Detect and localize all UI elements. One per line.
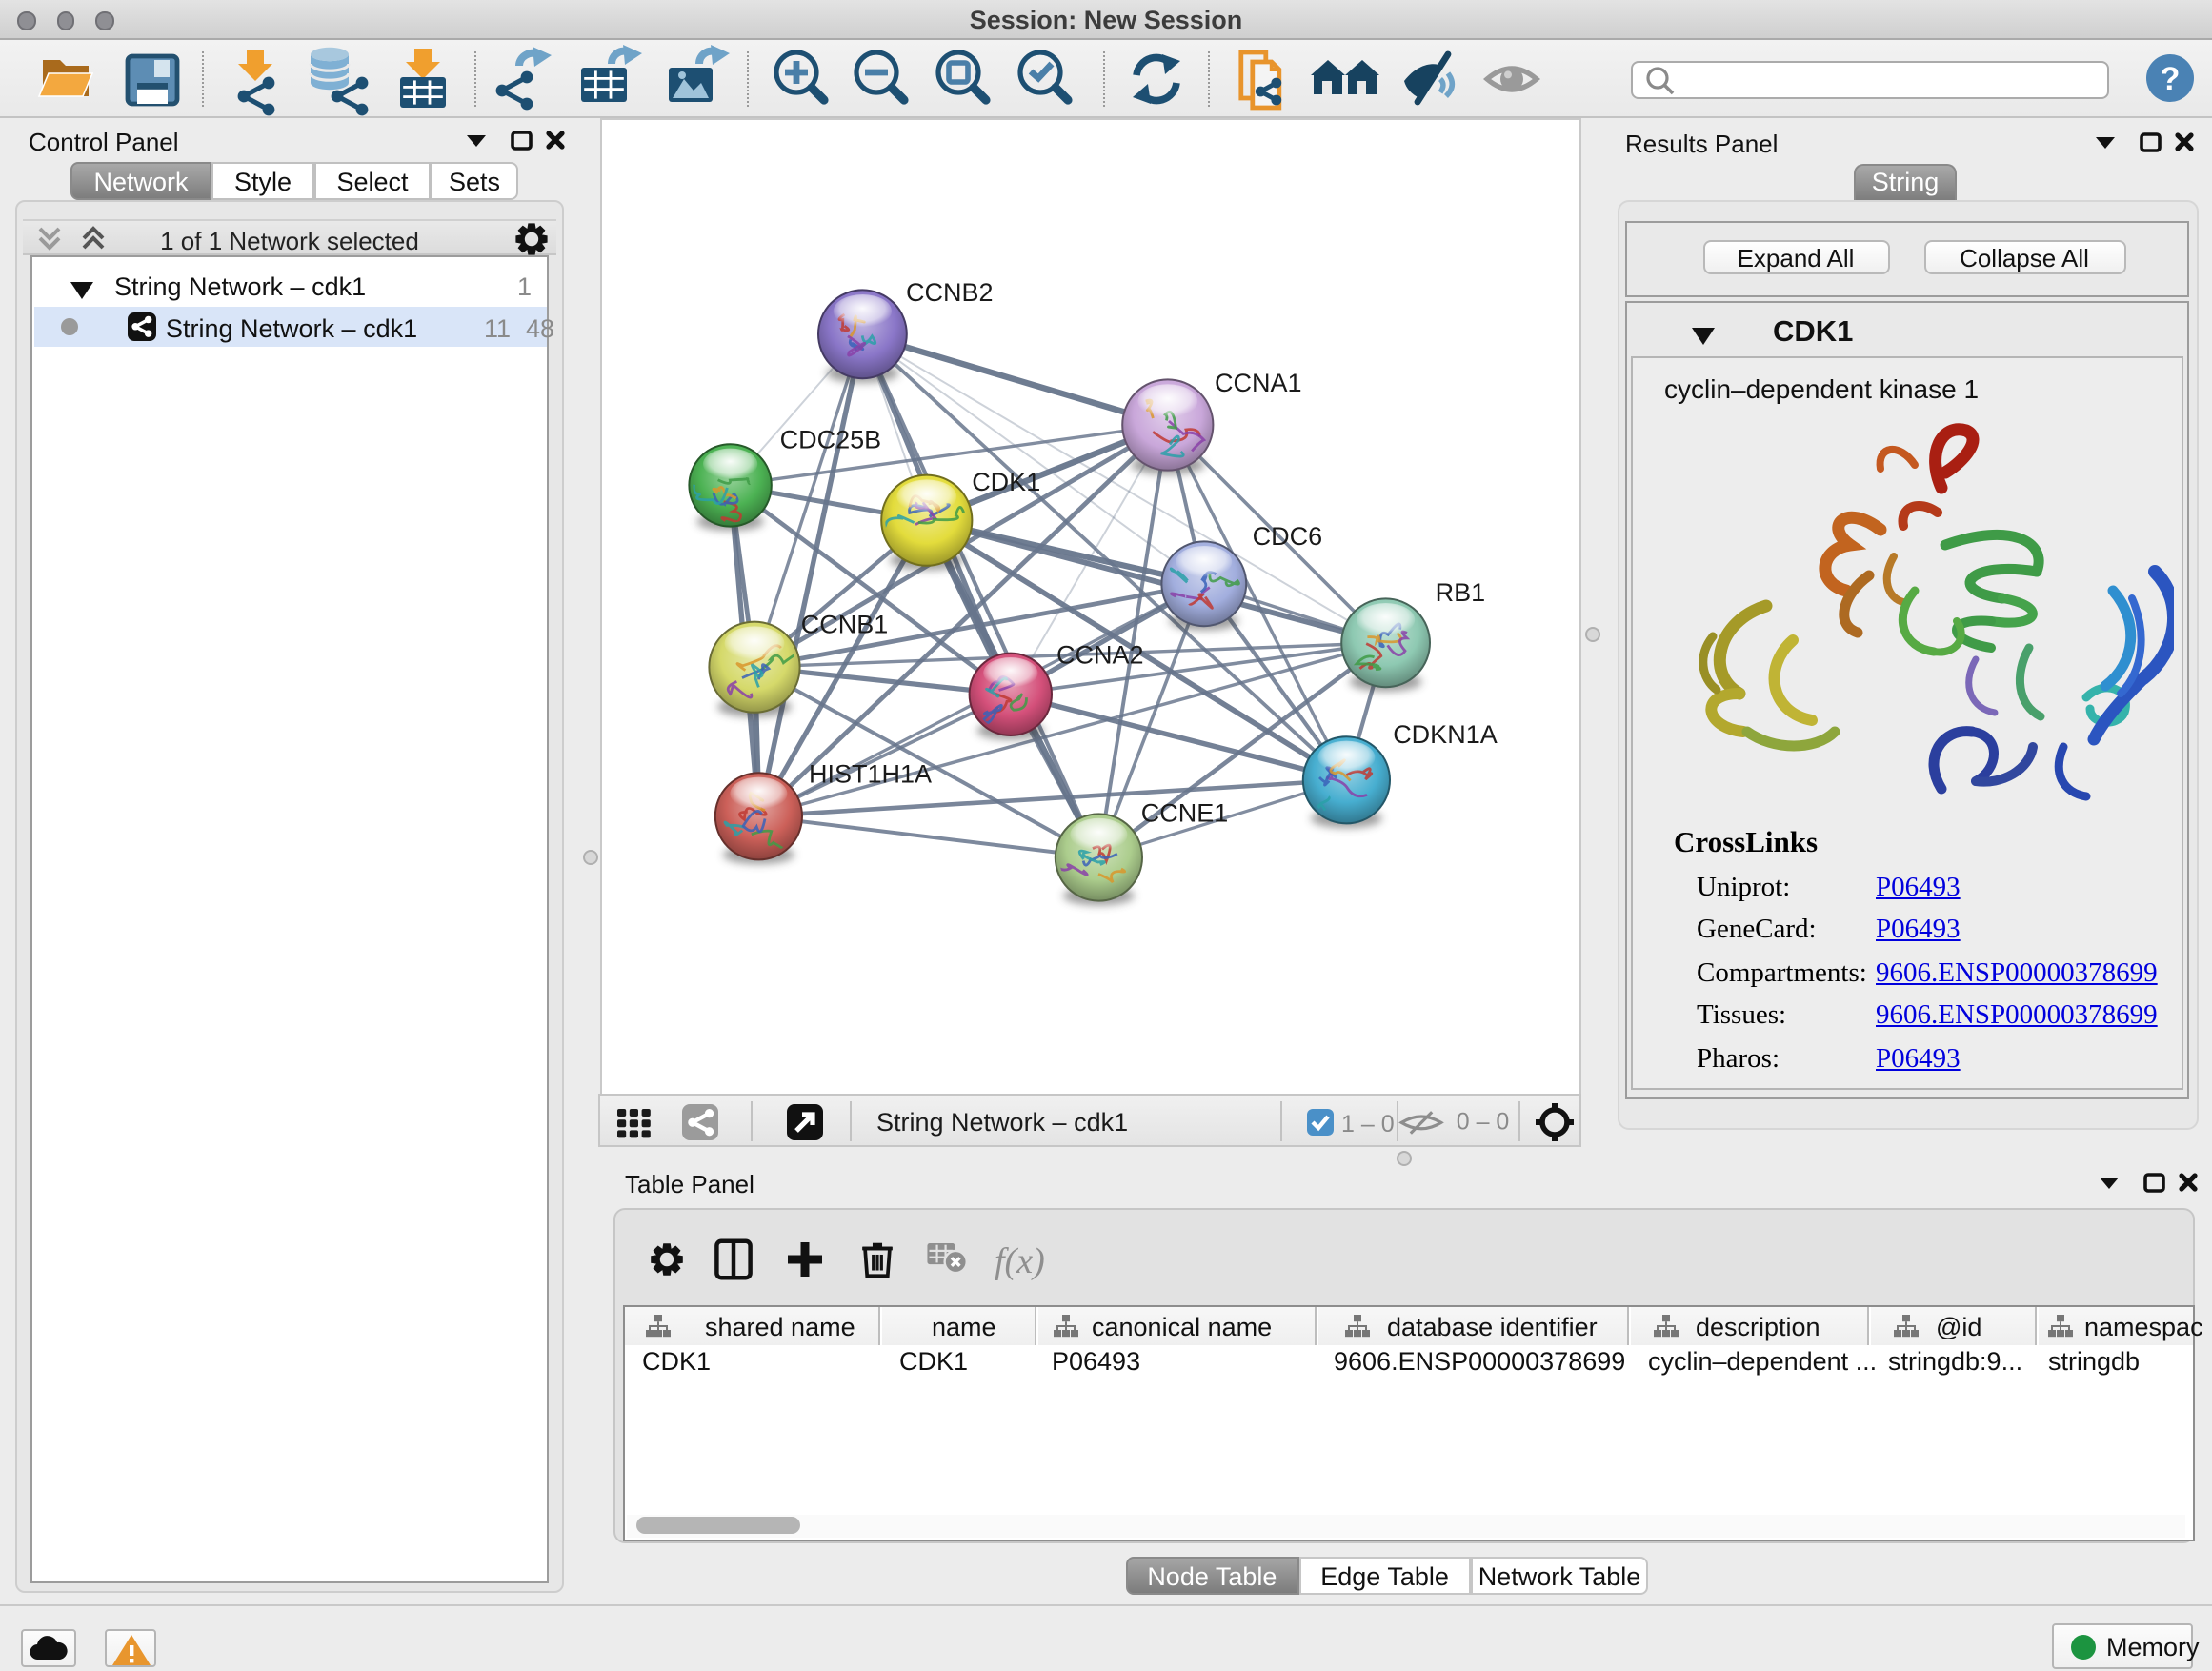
svg-text:CCNA2: CCNA2 <box>1056 640 1143 669</box>
svg-text:String Network – cdk1: String Network – cdk1 <box>876 1108 1128 1137</box>
svg-text:?: ? <box>2161 61 2181 97</box>
svg-text:RB1: RB1 <box>1435 578 1485 607</box>
svg-text:CCNB1: CCNB1 <box>800 611 888 639</box>
svg-text:CCNE1: CCNE1 <box>1140 799 1228 828</box>
svg-text:CDC6: CDC6 <box>1252 522 1322 551</box>
svg-text:CCNB2: CCNB2 <box>905 278 993 307</box>
svg-text:CCNA1: CCNA1 <box>1214 369 1301 397</box>
svg-text:CDK1: CDK1 <box>971 468 1039 496</box>
svg-text:f(x): f(x) <box>994 1241 1044 1281</box>
svg-text:0 – 0: 0 – 0 <box>1457 1109 1510 1136</box>
svg-text:CDC25B: CDC25B <box>779 426 881 454</box>
svg-text:CDKN1A: CDKN1A <box>1392 720 1497 749</box>
svg-text:1 – 0: 1 – 0 <box>1341 1111 1395 1137</box>
svg-text:HIST1H1A: HIST1H1A <box>808 759 931 788</box>
